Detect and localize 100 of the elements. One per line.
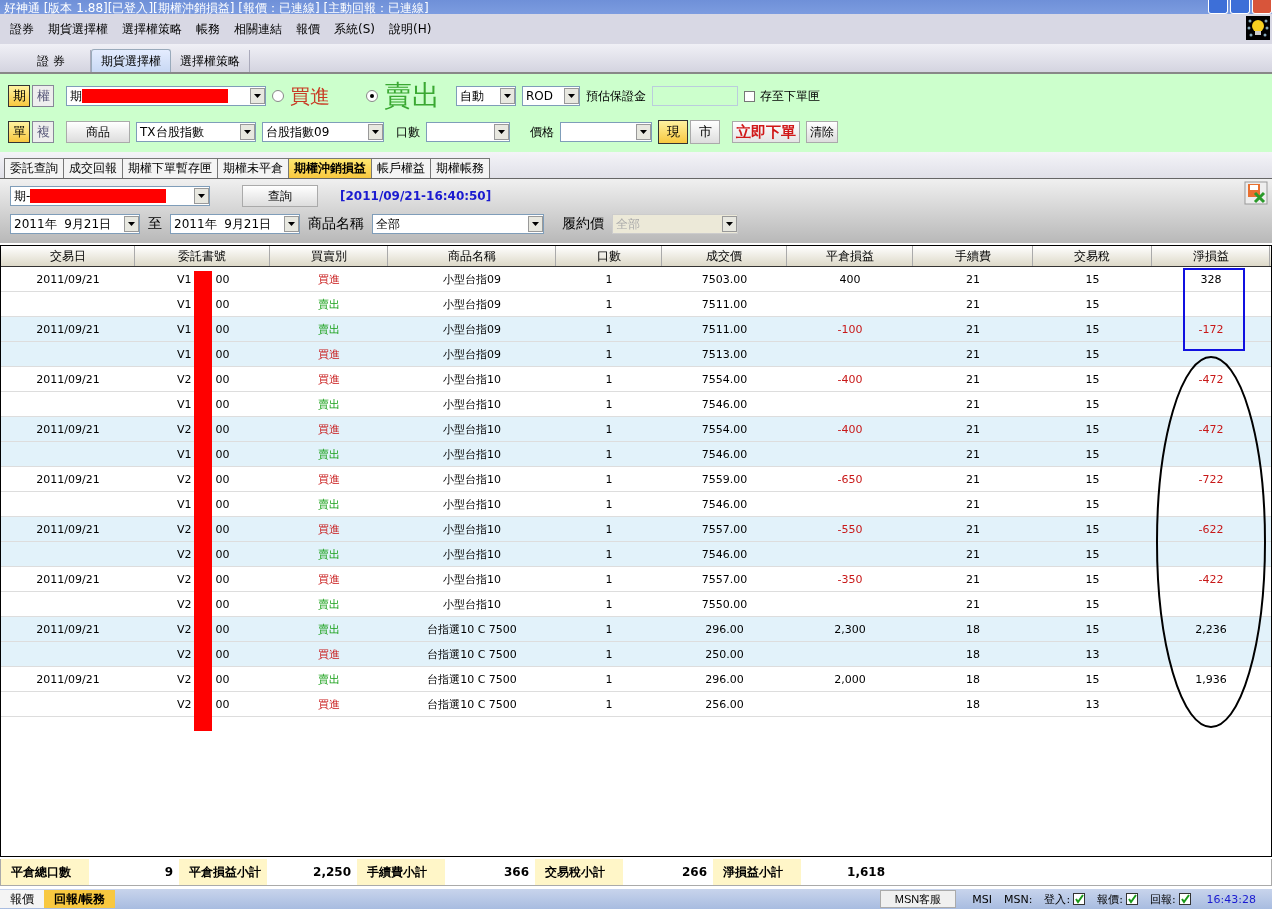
column-header[interactable]: 交易日: [1, 246, 135, 266]
table-cell-text: 小型台指10: [442, 521, 502, 538]
order-toggle[interactable]: 複: [32, 121, 54, 143]
contract-dropdown[interactable]: 台股指數09: [262, 122, 384, 142]
column-header[interactable]: 手續費: [913, 246, 1033, 266]
column-header[interactable]: 委託書號: [135, 246, 270, 266]
menu-item[interactable]: 說明(H): [383, 20, 438, 38]
condition-dropdown[interactable]: 自動: [456, 86, 516, 106]
table-cell-text: 21: [965, 371, 981, 388]
product-button[interactable]: 商品: [66, 121, 130, 143]
table-cell-text: 買進: [317, 571, 341, 588]
minimize-icon[interactable]: [1208, 0, 1228, 14]
order-type-dropdown[interactable]: ROD: [522, 86, 580, 106]
table-cell-text: 小型台指09: [442, 271, 502, 288]
table-cell: 00: [215, 497, 230, 511]
table-cell: 00: [215, 322, 230, 336]
product-name-dropdown[interactable]: 全部: [372, 214, 544, 234]
save-checkbox[interactable]: 存至下單匣: [744, 87, 820, 105]
price-type-button[interactable]: 現: [658, 120, 688, 144]
table-cell-text: 2011/09/21: [35, 371, 101, 388]
msn-support-button[interactable]: MSN客服: [879, 890, 957, 908]
main-tab[interactable]: 期貨選擇權: [91, 49, 171, 72]
submit-order-button[interactable]: 立即下單: [732, 121, 800, 143]
table-cell-text: 13: [1084, 696, 1101, 713]
sub-tab[interactable]: 期權未平倉: [217, 158, 289, 178]
table-cell-text: 台指選10 C 7500: [426, 696, 518, 713]
menu-item[interactable]: 證券: [4, 20, 40, 38]
menu-item[interactable]: 報價: [290, 20, 326, 38]
product-dropdown[interactable]: TX台股指數: [136, 122, 256, 142]
menu-item[interactable]: 帳務: [190, 20, 226, 38]
table-cell-text: -550: [836, 521, 864, 538]
menu-item[interactable]: 選擇權策略: [116, 20, 188, 38]
mode-toggle[interactable]: 權: [32, 85, 54, 107]
summary-value: 266: [680, 864, 708, 881]
table-cell: V2: [177, 697, 192, 711]
sub-tab[interactable]: 成交回報: [63, 158, 123, 178]
table-cell-text: 1,936: [1194, 671, 1228, 688]
price-type-button[interactable]: 市: [690, 120, 720, 144]
table-cell: V1: [177, 347, 192, 361]
table-cell-text: 小型台指09: [442, 321, 502, 338]
end-date-picker[interactable]: 2011年 9月21日: [170, 214, 300, 234]
table-cell-text: 15: [1084, 521, 1101, 538]
summary-label: 平倉損益小計: [179, 859, 267, 885]
column-header[interactable]: 平倉損益: [787, 246, 913, 266]
table-cell-text: 1: [604, 271, 614, 288]
table-cell-text: -472: [1197, 421, 1225, 438]
status-text: MSI: [971, 891, 993, 908]
bottom-tab[interactable]: 回報/帳務: [44, 890, 116, 908]
summary-label: 交易稅小計: [535, 859, 623, 885]
table-cell-text: 2,300: [833, 621, 867, 638]
bottom-tab[interactable]: 報價: [0, 890, 44, 908]
menu-item[interactable]: 期貨選擇權: [42, 20, 114, 38]
table-cell: V2: [177, 522, 192, 536]
start-date-picker[interactable]: 2011年 9月21日: [10, 214, 140, 234]
mode-toggle[interactable]: 期: [8, 85, 30, 107]
query-button[interactable]: 查詢: [242, 185, 318, 207]
account-dropdown[interactable]: 期-: [10, 186, 210, 206]
menu-item[interactable]: 相關連結: [228, 20, 288, 38]
table-cell: 00: [215, 572, 230, 586]
clear-button[interactable]: 清除: [806, 121, 838, 143]
order-toggle[interactable]: 單: [8, 121, 30, 143]
table-cell-text: -350: [836, 571, 864, 588]
column-header[interactable]: 成交價: [662, 246, 787, 266]
table-cell: V1: [177, 397, 192, 411]
table-cell-text: 1: [604, 621, 614, 638]
table-cell-text: 買進: [317, 646, 341, 663]
column-header[interactable]: 買賣別: [270, 246, 388, 266]
column-header[interactable]: 交易稅: [1033, 246, 1152, 266]
sub-tab[interactable]: 期權下單暫存匣: [122, 158, 218, 178]
sub-tab[interactable]: 帳戶權益: [371, 158, 431, 178]
table-cell-text: -400: [836, 371, 864, 388]
table-cell: V1: [177, 322, 192, 336]
table-cell-text: 1: [604, 596, 614, 613]
export-excel-icon[interactable]: [1244, 181, 1268, 205]
column-header[interactable]: 淨損益: [1152, 246, 1270, 266]
column-header[interactable]: 口數: [556, 246, 662, 266]
table-cell: V1: [177, 272, 192, 286]
sub-tab[interactable]: 期權帳務: [430, 158, 490, 178]
table-cell-text: 2011/09/21: [35, 671, 101, 688]
light-bulb-icon[interactable]: [1246, 16, 1270, 40]
close-icon[interactable]: [1252, 0, 1272, 14]
table-cell: V1: [177, 497, 192, 511]
table-cell: 00: [215, 697, 230, 711]
table-cell-text: 賣出: [317, 621, 341, 638]
table-cell: 00: [215, 347, 230, 361]
clock-time: 16:43:28: [1205, 892, 1257, 906]
table-cell-text: 1: [604, 696, 614, 713]
main-tab[interactable]: 選擇權策略: [171, 50, 250, 72]
maximize-icon[interactable]: [1230, 0, 1250, 14]
sub-tab[interactable]: 委託查詢: [4, 158, 64, 178]
table-cell-text: 7511.00: [700, 321, 749, 338]
side-radio[interactable]: 買進: [272, 82, 330, 110]
menu-item[interactable]: 系統(S): [328, 20, 381, 38]
column-header[interactable]: 商品名稱: [388, 246, 556, 266]
account-dropdown[interactable]: 期: [66, 86, 266, 106]
table-cell-text: 1: [604, 421, 614, 438]
sub-tab[interactable]: 期權沖銷損益: [288, 158, 372, 178]
table-cell-text: 18: [965, 646, 981, 663]
margin-field[interactable]: [652, 86, 738, 106]
table-cell-text: 15: [1084, 396, 1101, 413]
